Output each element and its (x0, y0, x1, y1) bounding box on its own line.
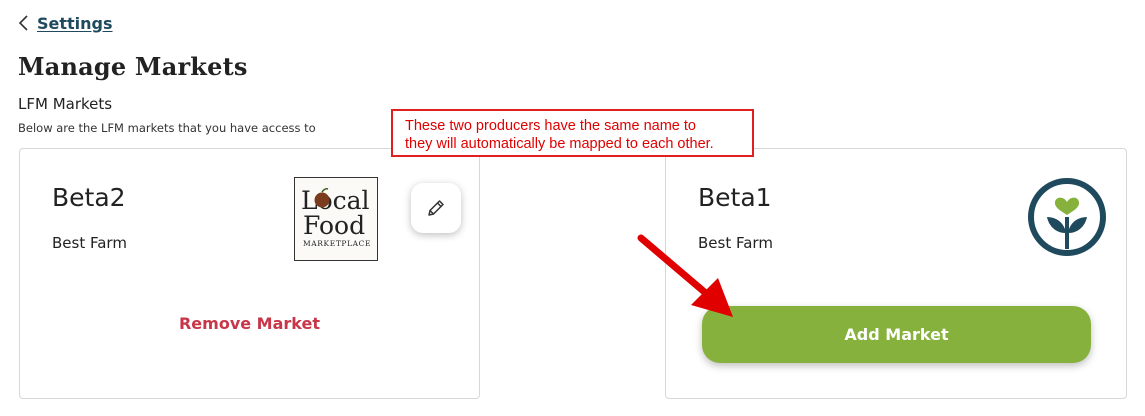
market-card-beta2: Beta2 Best Farm Local Food MARKETPLACE R… (19, 148, 480, 399)
local-food-marketplace-logo: Local Food MARKETPLACE (294, 177, 378, 261)
producer-name: Best Farm (52, 234, 127, 252)
section-title: LFM Markets (18, 95, 113, 113)
chevron-left-icon (18, 15, 28, 31)
annotation-line-1: These two producers have the same name t… (405, 118, 696, 134)
annotation-callout: These two producers have the same name t… (391, 109, 754, 157)
producer-name: Best Farm (698, 234, 773, 252)
pencil-icon (428, 200, 444, 216)
market-name: Beta2 (52, 183, 126, 212)
heart-sprout-logo-icon (1028, 178, 1106, 256)
back-link-label: Settings (37, 13, 113, 33)
edit-market-button[interactable] (411, 183, 461, 233)
market-name: Beta1 (698, 183, 772, 212)
page-title: Manage Markets (18, 52, 248, 81)
add-market-button[interactable]: Add Market (702, 306, 1091, 363)
logo-apple-icon (314, 192, 330, 208)
remove-market-button[interactable]: Remove Market (20, 314, 479, 333)
annotation-line-2: they will automatically be mapped to eac… (405, 136, 714, 152)
logo-text-marketplace: MARKETPLACE (303, 239, 371, 248)
back-to-settings-link[interactable]: Settings (17, 13, 113, 33)
logo-text-food: Food (303, 211, 365, 240)
market-card-beta1: Beta1 Best Farm Add Market (665, 148, 1127, 399)
section-subtitle: Below are the LFM markets that you have … (18, 121, 316, 135)
